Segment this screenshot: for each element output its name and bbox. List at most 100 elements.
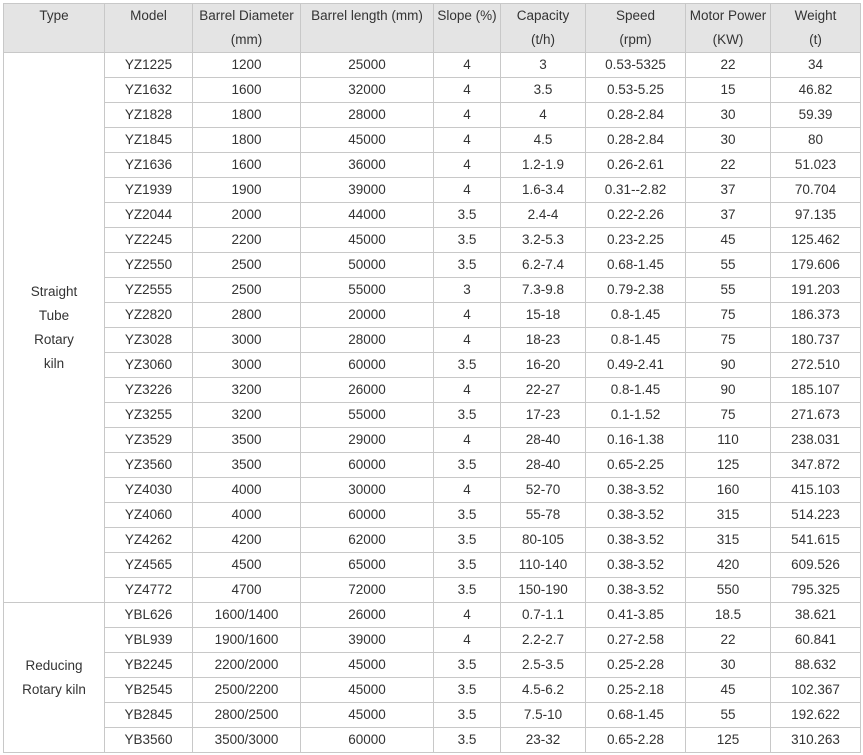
header-motor-power-unit: (KW)	[712, 32, 744, 47]
speed-cell: 0.26-2.61	[585, 152, 686, 178]
barrel-length-cell: 36000	[300, 152, 434, 178]
slope-cell: 4	[433, 477, 501, 503]
capacity-cell: 7.3-9.8	[500, 277, 586, 303]
model-cell: YZ1632	[104, 77, 193, 103]
model-cell: YBL626	[104, 602, 193, 628]
barrel-length-cell: 39000	[300, 627, 434, 653]
capacity-cell: 0.7-1.1	[500, 602, 586, 628]
slope-cell: 4	[433, 627, 501, 653]
weight-cell: 192.622	[770, 702, 861, 728]
table-row: YZ2820 2800 20000 4 15-18 0.8-1.45 75 186.373	[4, 302, 861, 328]
weight-cell: 272.510	[770, 352, 861, 378]
type-label-line: Reducing	[25, 657, 83, 673]
barrel-diameter-cell: 2200/2000	[192, 652, 301, 678]
model-cell: YZ3226	[104, 377, 193, 403]
table-row: YZ4262 4200 62000 3.5 80-105 0.38-3.52 315 541.…	[4, 527, 861, 553]
table-row: YZ4060 4000 60000 3.5 55-78 0.38-3.52 315 514.2…	[4, 502, 861, 528]
barrel-length-cell: 32000	[300, 77, 434, 103]
motor-power-cell: 550	[685, 577, 771, 603]
kiln-spec-table: Type Model Barrel Diameter (mm) Barrel le…	[3, 3, 861, 753]
slope-cell: 3.5	[433, 452, 501, 478]
motor-power-cell: 90	[685, 377, 771, 403]
capacity-cell: 2.4-4	[500, 202, 586, 228]
capacity-cell: 17-23	[500, 402, 586, 428]
slope-cell: 3.5	[433, 677, 501, 703]
motor-power-cell: 22	[685, 627, 771, 653]
model-cell: YZ4772	[104, 577, 193, 603]
capacity-cell: 4.5-6.2	[500, 677, 586, 703]
weight-cell: 238.031	[770, 427, 861, 453]
header-barrel-length: Barrel length (mm)	[300, 3, 434, 53]
model-cell: YB2245	[104, 652, 193, 678]
table-row: YBL939 1900/1600 39000 4 2.2-2.7 0.27-2.58 22 6…	[4, 627, 861, 653]
slope-cell: 3.5	[433, 527, 501, 553]
barrel-diameter-cell: 3500	[192, 452, 301, 478]
model-cell: YZ3560	[104, 452, 193, 478]
capacity-cell: 52-70	[500, 477, 586, 503]
header-barrel-diameter: Barrel Diameter (mm)	[192, 3, 301, 53]
header-capacity: Capacity (t/h)	[500, 3, 586, 53]
motor-power-cell: 55	[685, 277, 771, 303]
barrel-length-cell: 50000	[300, 252, 434, 278]
slope-cell: 3.5	[433, 402, 501, 428]
speed-cell: 0.28-2.84	[585, 127, 686, 153]
barrel-diameter-cell: 4700	[192, 577, 301, 603]
barrel-length-cell: 39000	[300, 177, 434, 203]
barrel-length-cell: 60000	[300, 452, 434, 478]
barrel-length-cell: 65000	[300, 552, 434, 578]
speed-cell: 0.38-3.52	[585, 552, 686, 578]
motor-power-cell: 125	[685, 727, 771, 753]
weight-cell: 59.39	[770, 102, 861, 128]
slope-cell: 3.5	[433, 702, 501, 728]
header-speed-unit: (rpm)	[619, 32, 652, 47]
barrel-length-cell: 62000	[300, 527, 434, 553]
type-label-line: kiln	[43, 355, 65, 371]
speed-cell: 0.68-1.45	[585, 252, 686, 278]
barrel-diameter-cell: 2500	[192, 277, 301, 303]
barrel-diameter-cell: 1800	[192, 102, 301, 128]
motor-power-cell: 22	[685, 152, 771, 178]
speed-cell: 0.23-2.25	[585, 227, 686, 253]
model-cell: YZ2555	[104, 277, 193, 303]
speed-cell: 0.38-3.52	[585, 502, 686, 528]
barrel-diameter-cell: 1600	[192, 152, 301, 178]
table-row: Straight Tube Rotary kiln YZ1225 1200 25000 4 3 0…	[3, 52, 861, 603]
speed-cell: 0.49-2.41	[585, 352, 686, 378]
weight-cell: 51.023	[770, 152, 861, 178]
weight-cell: 541.615	[770, 527, 861, 553]
table-row: YZ1828 1800 28000 4 4 0.28-2.84 30 59.39	[4, 102, 861, 128]
motor-power-cell: 90	[685, 352, 771, 378]
model-cell: YB3560	[104, 727, 193, 753]
type-label-line: Rotary kiln	[22, 681, 86, 697]
header-capacity-label: Capacity	[516, 8, 570, 23]
weight-cell: 180.737	[770, 327, 861, 353]
weight-cell: 609.526	[770, 552, 861, 578]
header-slope: Slope (%)	[433, 3, 501, 53]
barrel-length-cell: 29000	[300, 427, 434, 453]
header-model: Model	[104, 3, 193, 53]
motor-power-cell: 75	[685, 327, 771, 353]
speed-cell: 0.1-1.52	[585, 402, 686, 428]
model-cell: YZ4262	[104, 527, 193, 553]
speed-cell: 0.27-2.58	[585, 627, 686, 653]
table-row: YZ3255 3200 55000 3.5 17-23 0.1-1.52 75 271.673	[4, 402, 861, 428]
motor-power-cell: 55	[685, 702, 771, 728]
table-row: YZ3560 3500 60000 3.5 28-40 0.65-2.25 125 347.8…	[4, 452, 861, 478]
motor-power-cell: 37	[685, 177, 771, 203]
capacity-cell: 3	[500, 52, 586, 78]
table-row: YZ4030 4000 30000 4 52-70 0.38-3.52 160 415.103	[4, 477, 861, 503]
barrel-length-cell: 45000	[300, 127, 434, 153]
weight-cell: 34	[770, 52, 861, 78]
barrel-diameter-cell: 2000	[192, 202, 301, 228]
model-cell: YZ1225	[104, 52, 193, 78]
capacity-cell: 6.2-7.4	[500, 252, 586, 278]
capacity-cell: 2.2-2.7	[500, 627, 586, 653]
barrel-length-cell: 45000	[300, 652, 434, 678]
weight-cell: 415.103	[770, 477, 861, 503]
capacity-cell: 18-23	[500, 327, 586, 353]
slope-cell: 4	[433, 302, 501, 328]
barrel-diameter-cell: 4000	[192, 477, 301, 503]
barrel-length-cell: 28000	[300, 102, 434, 128]
speed-cell: 0.79-2.38	[585, 277, 686, 303]
weight-cell: 60.841	[770, 627, 861, 653]
